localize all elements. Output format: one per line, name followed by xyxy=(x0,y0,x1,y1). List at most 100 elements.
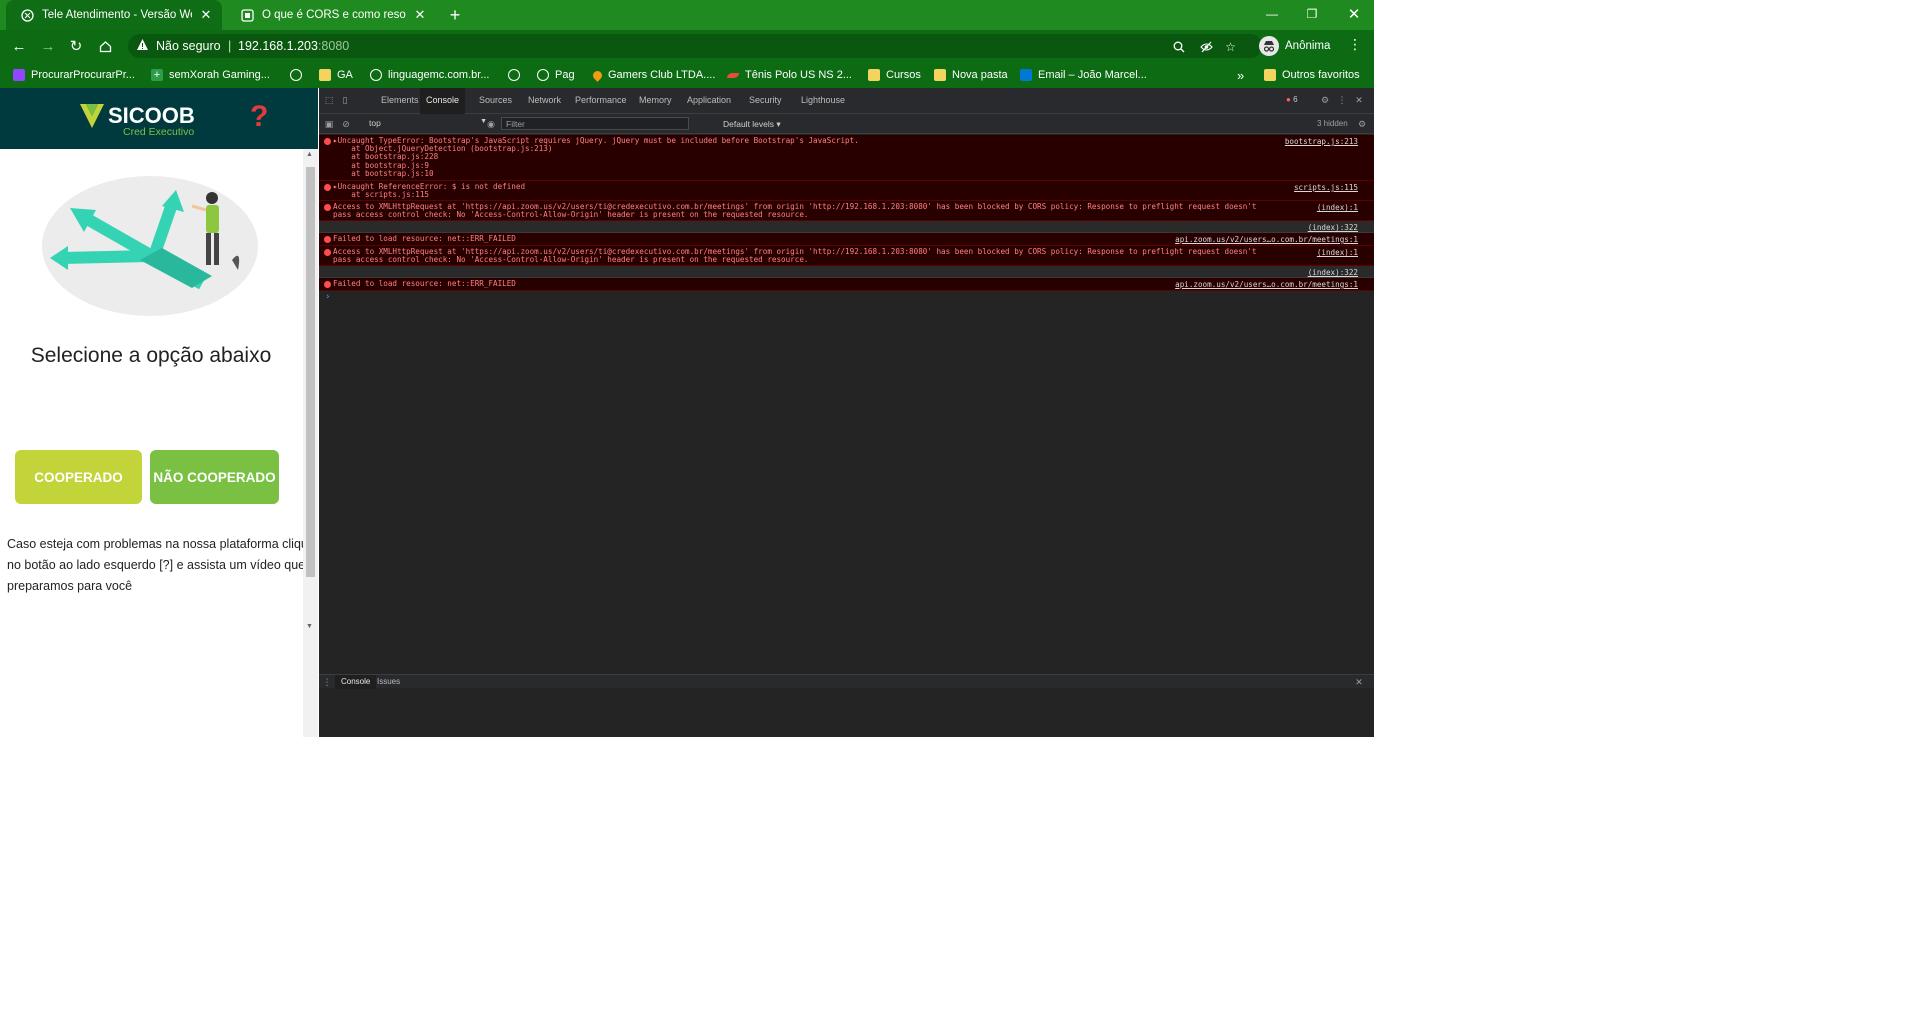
live-expression-eye-icon[interactable]: ◉ xyxy=(485,118,497,130)
console-prompt[interactable]: › xyxy=(319,291,1374,303)
address-bar[interactable]: Não seguro | 192.168.1.203:8080 ☆ xyxy=(128,34,1262,58)
devtools-tab-memory[interactable]: Memory xyxy=(639,95,672,105)
console-filter-input[interactable] xyxy=(501,117,689,130)
devtools-tab-console[interactable]: Console xyxy=(420,88,466,114)
source-link[interactable]: (index):322 xyxy=(1308,223,1358,232)
tab-strip: Tele Atendimento - Versão Web ✕ O que é … xyxy=(0,0,1374,30)
bookmark-item[interactable]: Gamers Club LTDA.... xyxy=(591,67,716,83)
eye-off-icon[interactable] xyxy=(1199,39,1214,54)
console-error[interactable]: Failed to load resource: net::ERR_FAILED… xyxy=(319,233,1374,246)
bookmark-label: Email – João Marcel... xyxy=(1038,69,1147,81)
tab-cors[interactable]: O que é CORS e como resolver o ✕ xyxy=(226,0,436,30)
help-button[interactable]: ? xyxy=(250,100,268,134)
browser-menu-icon[interactable]: ⋮ xyxy=(1348,36,1362,53)
console-settings-icon[interactable]: ⚙ xyxy=(1356,118,1368,130)
other-bookmarks[interactable]: Outros favoritos xyxy=(1264,67,1360,83)
context-select[interactable]: top ▼ xyxy=(369,118,487,130)
console-error[interactable]: ▸Uncaught TypeError: Bootstrap's JavaScr… xyxy=(319,135,1374,181)
back-icon[interactable]: ← xyxy=(9,36,29,56)
page-scrollbar[interactable]: ▲ ▼ xyxy=(303,149,318,737)
reload-icon[interactable]: ↻ xyxy=(66,36,86,56)
bookmark-label: Tênis Polo US NS 2... xyxy=(745,69,852,81)
source-link[interactable]: (index):1 xyxy=(1317,248,1358,257)
tab-tele-atendimento[interactable]: Tele Atendimento - Versão Web ✕ xyxy=(6,0,222,30)
bookmark-label: Nova pasta xyxy=(952,69,1008,81)
outlook-icon xyxy=(1020,69,1032,81)
bookmark-item[interactable]: Tênis Polo US NS 2... xyxy=(727,67,852,83)
devtools-tab-performance[interactable]: Performance xyxy=(575,95,627,105)
bookmark-item[interactable]: Pag xyxy=(537,67,575,83)
globe-icon xyxy=(508,69,520,81)
log-levels-dropdown[interactable]: Default levels ▾ xyxy=(723,119,781,130)
bookmark-item[interactable]: Nova pasta xyxy=(934,67,1008,83)
forward-icon[interactable]: → xyxy=(38,36,58,56)
browser-window: Tele Atendimento - Versão Web ✕ O que é … xyxy=(0,0,1374,737)
sicoob-logo[interactable]: SICOOB Cred Executivo xyxy=(78,102,210,143)
console-line: at Object.jQueryDetection (bootstrap.js:… xyxy=(333,144,553,154)
close-tab-icon[interactable]: ✕ xyxy=(412,7,428,23)
console-error[interactable]: Access to XMLHttpRequest at 'https://api… xyxy=(319,201,1374,221)
location-icon xyxy=(591,68,604,82)
bookmark-item[interactable]: + semXorah Gaming... xyxy=(151,67,270,83)
drawer-menu-icon[interactable]: ⋮ xyxy=(321,676,333,688)
close-devtools-icon[interactable]: ✕ xyxy=(1353,94,1365,106)
bookmark-item[interactable] xyxy=(290,67,308,83)
source-link[interactable]: api.zoom.us/v2/users…o.com.br/meetings:1 xyxy=(1175,235,1358,244)
close-tab-icon[interactable]: ✕ xyxy=(198,7,214,23)
devtools-tab-lighthouse[interactable]: Lighthouse xyxy=(801,95,845,105)
inspect-icon[interactable]: ⬚ xyxy=(323,94,335,106)
close-window-icon[interactable]: ✕ xyxy=(1334,0,1374,28)
globe-icon xyxy=(537,69,549,81)
bookmark-label: GA xyxy=(337,69,353,81)
bookmark-item[interactable]: ProcurarProcurarPr... xyxy=(13,67,135,83)
source-link[interactable]: (index):322 xyxy=(1308,268,1358,277)
source-link[interactable]: scripts.js:115 xyxy=(1294,183,1358,192)
scrollbar-thumb[interactable] xyxy=(306,167,315,577)
minimize-icon[interactable]: — xyxy=(1252,0,1292,28)
devtools-tab-sources[interactable]: Sources xyxy=(479,95,512,105)
warning-icon[interactable] xyxy=(136,38,150,52)
nao-cooperado-button[interactable]: NÃO COOPERADO xyxy=(150,450,279,504)
bookmark-item[interactable]: Cursos xyxy=(868,67,921,83)
source-link[interactable]: api.zoom.us/v2/users…o.com.br/meetings:1 xyxy=(1175,280,1358,289)
console-error[interactable]: ▸Uncaught ReferenceError: $ is not defin… xyxy=(319,181,1374,201)
devtools-menu-icon[interactable]: ⋮ xyxy=(1336,94,1348,106)
console-error[interactable]: Failed to load resource: net::ERR_FAILED… xyxy=(319,278,1374,291)
globe-icon xyxy=(290,69,302,81)
sidebar-toggle-icon[interactable]: ▣ xyxy=(323,118,335,130)
clear-console-icon[interactable]: ⊘ xyxy=(340,118,352,130)
devtools-tab-application[interactable]: Application xyxy=(687,95,731,105)
console-line: at bootstrap.js:10 xyxy=(333,168,434,178)
star-icon[interactable]: ☆ xyxy=(1223,39,1238,54)
scroll-down-icon[interactable]: ▼ xyxy=(306,623,313,630)
restore-icon[interactable]: ❐ xyxy=(1292,0,1332,28)
bookmark-item[interactable]: Email – João Marcel... xyxy=(1020,67,1147,83)
home-icon[interactable] xyxy=(95,36,115,56)
settings-gear-icon[interactable]: ⚙ xyxy=(1319,94,1331,106)
drawer-tab-issues[interactable]: Issues xyxy=(371,675,406,689)
close-drawer-icon[interactable]: ✕ xyxy=(1353,676,1365,688)
source-link[interactable]: (index):1 xyxy=(1317,203,1358,212)
source-link[interactable]: bootstrap.js:213 xyxy=(1285,137,1358,146)
more-bookmarks-button[interactable]: » xyxy=(1237,67,1244,83)
hidden-count: 3 hidden xyxy=(1317,119,1348,128)
bookmark-item[interactable]: linguagemc.com.br... xyxy=(370,67,490,83)
error-icon xyxy=(324,184,331,191)
console-error[interactable]: Access to XMLHttpRequest at 'https://api… xyxy=(319,246,1374,266)
devtools-tab-security[interactable]: Security xyxy=(749,95,782,105)
new-tab-button[interactable]: + xyxy=(445,5,465,25)
profile-button[interactable]: Anônima xyxy=(1259,35,1330,57)
devtools-tab-network[interactable]: Network xyxy=(528,95,561,105)
cooperado-button[interactable]: COOPERADO xyxy=(15,450,142,504)
globe-icon xyxy=(370,69,382,81)
error-count-badge[interactable]: ● 6 xyxy=(1286,95,1298,104)
device-toolbar-icon[interactable]: ▯ xyxy=(339,94,351,106)
zoom-icon[interactable] xyxy=(1171,39,1186,54)
bookmark-label: semXorah Gaming... xyxy=(169,69,270,81)
twitch-icon xyxy=(13,69,25,81)
devtools-tab-elements[interactable]: Elements xyxy=(381,95,419,105)
scroll-up-icon[interactable]: ▲ xyxy=(306,151,313,158)
bookmark-item[interactable] xyxy=(508,67,526,83)
bookmark-item[interactable]: GA xyxy=(319,67,353,83)
bookmark-label: Gamers Club LTDA.... xyxy=(608,69,716,81)
